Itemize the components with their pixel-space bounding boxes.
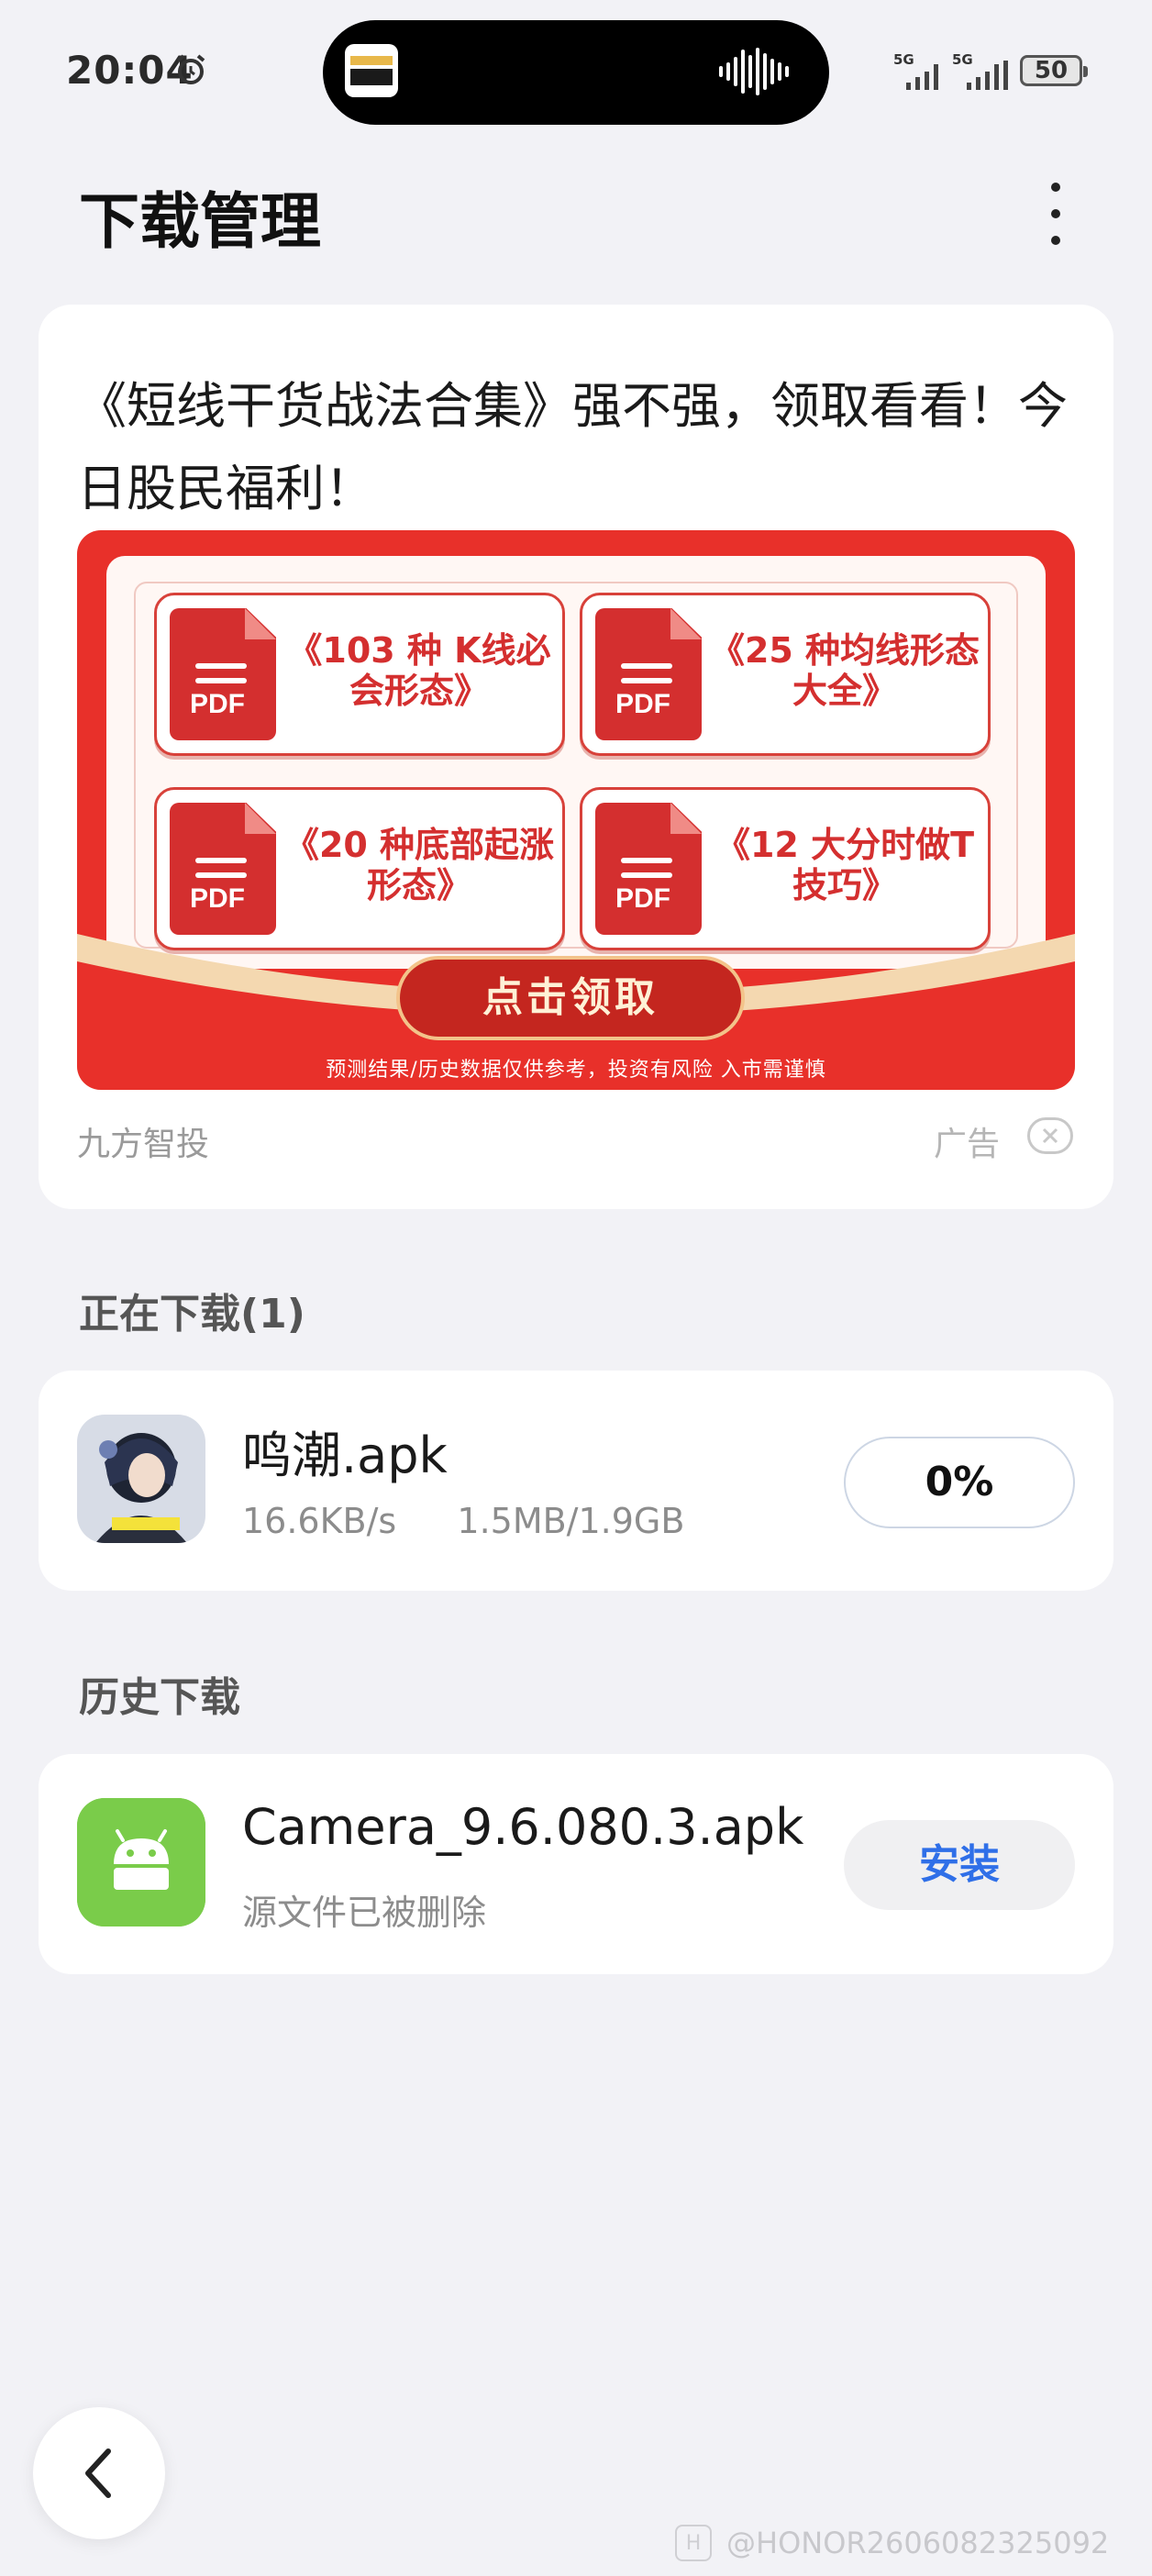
- watermark-logo-icon: H: [675, 2525, 712, 2561]
- android-app-icon: [77, 1798, 205, 1926]
- dynamic-island[interactable]: [323, 20, 829, 125]
- signal-bars-icon: [906, 64, 938, 90]
- more-vertical-icon: [1051, 183, 1060, 193]
- download-item[interactable]: 鸣潮.apk 16.6KB/s 1.5MB/1.9GB 0%: [39, 1371, 1113, 1591]
- file-status: 源文件已被删除: [242, 1893, 487, 1933]
- ad-tile-label: 《12 大分时做T 技巧》: [714, 825, 975, 905]
- page-title: 下载管理: [79, 186, 321, 257]
- ad-banner[interactable]: PDF 《103 种 K线必会形态》 PDF 《25 种均线形态大全》 PDF: [77, 530, 1075, 1090]
- audio-wave-icon: [719, 48, 789, 95]
- alarm-icon: [176, 54, 205, 84]
- chevron-left-icon: [85, 2448, 111, 2498]
- ad-disclaimer: 预测结果/历史数据仅供参考，投资有风险 入市需谨慎: [326, 1059, 826, 1082]
- ad-headline: 《短线干货战法合集》强不强，领取看看！今日股民福利！: [77, 377, 1068, 517]
- ad-source: 九方智投: [77, 1126, 210, 1163]
- history-section-title: 历史下载: [79, 1674, 240, 1721]
- download-meta: 16.6KB/s 1.5MB/1.9GB: [242, 1501, 684, 1541]
- ad-tile-label: 《103 种 K线必会形态》: [287, 630, 551, 711]
- signal-1: 5G: [893, 51, 947, 92]
- signal-2: 5G: [952, 51, 1009, 92]
- file-name: 鸣潮.apk: [242, 1427, 448, 1484]
- signal-bars-icon: [967, 61, 1008, 90]
- ad-card[interactable]: 《短线干货战法合集》强不强，领取看看！今日股民福利！ PDF 《103 种 K线…: [39, 305, 1113, 1209]
- download-progress-button[interactable]: 0%: [844, 1437, 1075, 1528]
- ad-tag: 广告: [934, 1126, 1001, 1163]
- install-button[interactable]: 安装: [844, 1820, 1075, 1910]
- more-options-button[interactable]: [1031, 174, 1080, 253]
- back-button[interactable]: [33, 2407, 165, 2539]
- history-item[interactable]: Camera_9.6.080.3.apk 源文件已被删除 安装: [39, 1754, 1113, 1974]
- download-size: 1.5MB/1.9GB: [457, 1501, 685, 1541]
- file-name: Camera_9.6.080.3.apk: [242, 1798, 804, 1856]
- claim-button[interactable]: 点击领取: [396, 956, 745, 1040]
- status-bar: 20:04 5G 5G 50: [0, 0, 1152, 147]
- ad-tile-label: 《25 种均线形态大全》: [709, 630, 980, 711]
- download-speed: 16.6KB/s: [242, 1501, 397, 1541]
- downloading-section-title: 正在下载(1): [79, 1291, 305, 1338]
- ad-inner-panel: PDF 《103 种 K线必会形态》 PDF 《25 种均线形态大全》 PDF: [106, 556, 1046, 969]
- ad-close-button[interactable]: [1027, 1117, 1073, 1154]
- ad-tile: PDF 《103 种 K线必会形态》: [154, 593, 565, 756]
- pdf-icon: PDF: [595, 608, 702, 740]
- close-icon: [1042, 1127, 1058, 1144]
- pdf-icon: PDF: [170, 608, 276, 740]
- island-app-icon: [345, 44, 398, 97]
- watermark: H @HONOR2606082325092: [675, 2525, 1109, 2561]
- battery-indicator: 50: [1020, 55, 1088, 86]
- app-icon-wuthering-waves: [77, 1415, 205, 1543]
- ad-tile-label: 《20 种底部起涨形态》: [283, 825, 555, 905]
- ad-tile: PDF 《25 种均线形态大全》: [580, 593, 991, 756]
